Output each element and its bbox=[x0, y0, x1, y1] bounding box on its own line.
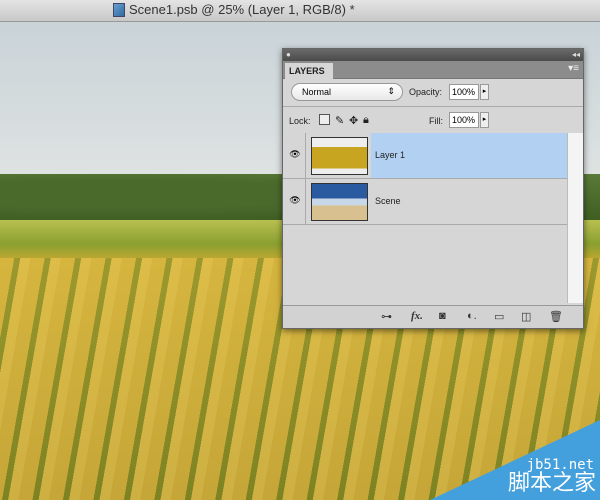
layer-name: Scene bbox=[375, 196, 401, 206]
layers-scrollbar[interactable] bbox=[567, 133, 583, 303]
trash-icon[interactable]: 🗑︎ bbox=[549, 310, 563, 323]
fill-input[interactable]: 100% bbox=[449, 112, 479, 128]
fill-label: Fill: bbox=[429, 116, 443, 126]
opacity-label: Opacity: bbox=[409, 87, 443, 97]
watermark-name: 脚本之家 bbox=[507, 471, 596, 496]
select-arrows-icon: ⇕ bbox=[387, 86, 395, 96]
opacity-slider-button[interactable]: ▸ bbox=[480, 84, 489, 100]
panel-header[interactable]: ● ◂◂ bbox=[283, 49, 583, 61]
lock-label: Lock: bbox=[289, 116, 311, 126]
opacity-input[interactable]: 100% bbox=[449, 84, 479, 100]
visibility-eye-icon[interactable]: 👁︎ bbox=[289, 149, 301, 159]
fx-icon[interactable]: fx. bbox=[411, 310, 423, 322]
collapse-panel-icon[interactable]: ◂◂ bbox=[572, 50, 580, 59]
document-title-bar: Scene1.psb @ 25% (Layer 1, RGB/8) * bbox=[0, 0, 600, 22]
visibility-eye-icon[interactable]: 👁︎ bbox=[289, 195, 301, 205]
add-mask-icon[interactable]: ◙ bbox=[439, 310, 446, 322]
layer-name: Layer 1 bbox=[375, 150, 406, 160]
tab-layers[interactable]: LAYERS bbox=[285, 63, 333, 79]
divider bbox=[305, 133, 306, 178]
panel-bottom-bar: ⊶ fx. ◙ ◐. ▭ ◫ 🗑︎ bbox=[283, 305, 583, 328]
panel-tab-row: LAYERS ▾≡ bbox=[283, 61, 583, 79]
new-layer-icon[interactable]: ◫ bbox=[521, 310, 531, 323]
link-layers-icon[interactable]: ⊶ bbox=[381, 310, 392, 323]
close-panel-icon[interactable]: ● bbox=[286, 50, 291, 59]
document-title-text: Scene1.psb @ 25% (Layer 1, RGB/8) * bbox=[129, 2, 355, 17]
lock-position-move-icon[interactable]: ✥ bbox=[349, 114, 358, 127]
layer-row-layer-1[interactable]: 👁︎ Layer 1 bbox=[283, 133, 567, 179]
document-icon bbox=[113, 2, 125, 17]
blend-mode-value: Normal bbox=[302, 87, 332, 97]
panel-menu-icon[interactable]: ▾≡ bbox=[568, 63, 579, 74]
adjustment-layer-icon[interactable]: ◐. bbox=[467, 310, 477, 322]
layer-thumbnail bbox=[311, 183, 368, 221]
divider bbox=[283, 106, 583, 107]
lock-image-brush-icon[interactable]: ✎ bbox=[335, 114, 344, 127]
lock-all-icon[interactable]: 🔒︎ bbox=[363, 114, 369, 127]
new-group-icon[interactable]: ▭ bbox=[494, 310, 504, 323]
lock-transparent-icon[interactable] bbox=[319, 114, 330, 125]
layer-thumbnail bbox=[311, 137, 368, 175]
layers-list: 👁︎ Layer 1 👁︎ Scene bbox=[283, 133, 567, 303]
fill-slider-button[interactable]: ▸ bbox=[480, 112, 489, 128]
layer-row-scene[interactable]: 👁︎ Scene bbox=[283, 179, 567, 225]
document-title: Scene1.psb @ 25% (Layer 1, RGB/8) * bbox=[113, 2, 355, 17]
blend-mode-select[interactable]: Normal ⇕ bbox=[291, 83, 403, 101]
divider bbox=[305, 179, 306, 224]
layers-panel: ● ◂◂ LAYERS ▾≡ Normal ⇕ Opacity: 100% ▸ … bbox=[282, 48, 584, 329]
